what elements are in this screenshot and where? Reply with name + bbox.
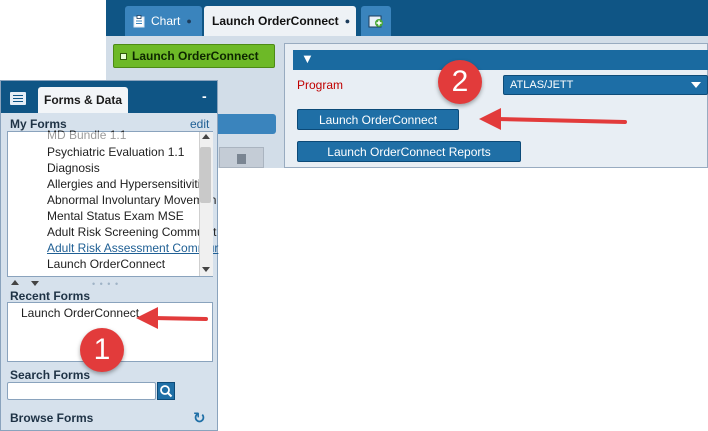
list-item[interactable]: Psychiatric Evaluation 1.1 [47, 145, 184, 159]
program-select[interactable]: ATLAS/JETT [503, 75, 708, 95]
refresh-icon[interactable]: ↻ [193, 409, 206, 427]
pin-icon[interactable]: ● [345, 16, 350, 26]
note-icon [237, 154, 246, 164]
search-forms-title: Search Forms [10, 368, 91, 382]
add-tab-button[interactable] [361, 6, 391, 36]
browse-forms-title: Browse Forms [10, 411, 94, 425]
pin-icon[interactable]: ● [186, 16, 191, 26]
launch-orderconnect-nav-item[interactable]: Launch OrderConnect [113, 44, 275, 68]
scroll-up-icon[interactable] [202, 134, 210, 139]
list-item[interactable]: Adult Risk Screening Communit [47, 225, 216, 239]
program-select-value: ATLAS/JETT [510, 79, 574, 91]
note-button[interactable] [219, 147, 264, 168]
callout-badge-1: 1 [80, 328, 124, 372]
list-item[interactable]: Adult Risk Assessment Commur [47, 241, 218, 255]
program-label: Program [297, 78, 344, 92]
tab-forms-data[interactable]: Forms & Data [38, 87, 128, 113]
tab-launch-orderconnect[interactable]: Launch OrderConnect ● [204, 6, 356, 36]
list-fade [8, 132, 198, 144]
launch-reports-button[interactable]: Launch OrderConnect Reports [297, 141, 521, 162]
menu-icon[interactable] [10, 92, 26, 105]
launch-nav-label: Launch OrderConnect [132, 49, 259, 63]
move-down-icon[interactable] [31, 281, 39, 286]
resize-handle[interactable]: • • • • [92, 279, 119, 289]
recent-forms-title: Recent Forms [10, 289, 91, 303]
recent-form-item[interactable]: Launch OrderConnect [21, 306, 139, 320]
launch-orderconnect-button[interactable]: Launch OrderConnect [297, 109, 459, 130]
edit-link[interactable]: edit [190, 117, 209, 131]
bullet-icon [120, 52, 127, 60]
list-item[interactable]: Launch OrderConnect [47, 257, 165, 271]
tab-launch-label: Launch OrderConnect [212, 14, 339, 28]
search-button[interactable] [157, 382, 175, 400]
search-icon [160, 385, 173, 398]
add-tab-icon [368, 15, 383, 28]
scrollbar-thumb[interactable] [200, 147, 211, 203]
chart-icon [133, 14, 145, 27]
search-input[interactable] [7, 382, 156, 400]
list-item[interactable]: Allergies and Hypersensitivities [47, 177, 213, 191]
panel-header[interactable]: ▼ [293, 50, 708, 70]
list-item[interactable]: Abnormal Involuntary Movemen [47, 193, 216, 207]
list-item[interactable]: Diagnosis [47, 161, 100, 175]
list-item[interactable]: Mental Status Exam MSE [47, 209, 184, 223]
collapse-triangle-icon[interactable]: ▼ [301, 51, 314, 66]
chevron-down-icon [691, 82, 701, 88]
tab-chart[interactable]: Chart ● [125, 6, 202, 36]
tab-chart-label: Chart [151, 14, 181, 28]
minimize-button[interactable]: - [202, 88, 207, 104]
scroll-down-icon[interactable] [202, 267, 210, 272]
move-up-icon[interactable] [11, 280, 19, 285]
callout-badge-2: 2 [438, 60, 482, 104]
